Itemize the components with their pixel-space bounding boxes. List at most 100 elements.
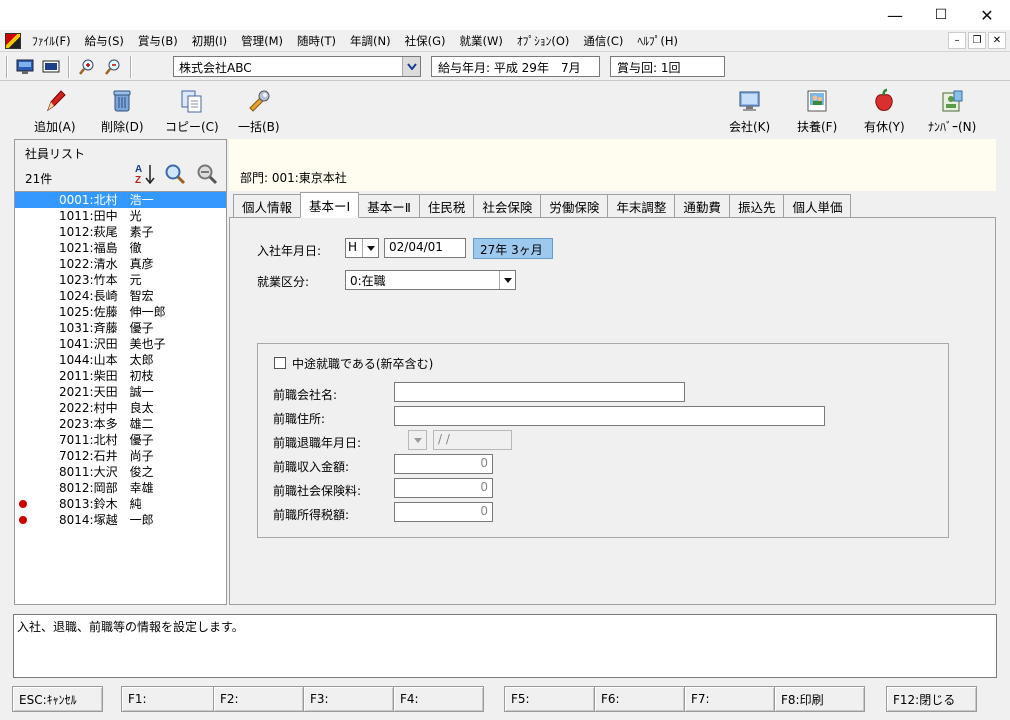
f8-print-button[interactable]: F8:印刷: [774, 686, 865, 712]
mdi-close-button[interactable]: ✕: [988, 32, 1006, 49]
number-button[interactable]: ﾅﾝﾊﾞｰ(N): [928, 88, 976, 135]
menu-social-insurance[interactable]: 社保(G): [398, 30, 453, 52]
zoom-in-icon[interactable]: [77, 57, 97, 77]
tab-resident-tax[interactable]: 住民税: [418, 194, 475, 217]
add-button[interactable]: 追加(A): [34, 88, 76, 135]
employee-row[interactable]: 8012:岡部 幸雄: [15, 480, 226, 496]
tab-basic-1[interactable]: 基本ーⅠ: [300, 192, 360, 218]
trash-icon: [113, 90, 131, 112]
maximize-button[interactable]: ☐: [918, 0, 964, 30]
tab-labor-insurance[interactable]: 労働保険: [540, 194, 609, 217]
employee-row[interactable]: 2021:天田 誠一: [15, 384, 226, 400]
f2-button[interactable]: F2:: [213, 686, 304, 712]
era-select-arrow[interactable]: [362, 239, 378, 257]
copy-button[interactable]: コピー(C): [165, 88, 219, 135]
close-button[interactable]: ✕: [964, 0, 1010, 30]
employee-row[interactable]: 2022:村中 良太: [15, 400, 226, 416]
company-button[interactable]: 会社(K): [729, 88, 770, 135]
tab-basic-2[interactable]: 基本ーⅡ: [358, 194, 420, 217]
paprika-icon: [875, 88, 893, 111]
employee-list-panel: 社員リスト 21件 AZ 0001:北村 浩一 1011:田中 光 1012:萩尾 …: [14, 139, 227, 605]
tab-bank-transfer[interactable]: 振込先: [728, 194, 785, 217]
tab-personal-info[interactable]: 個人情報: [233, 194, 302, 217]
sort-az-icon[interactable]: AZ: [133, 162, 157, 186]
bulk-button[interactable]: 一括(B): [238, 88, 280, 135]
prev-retire-era-arrow[interactable]: [409, 431, 426, 449]
employee-row[interactable]: 1012:萩尾 素子: [15, 224, 226, 240]
search-icon[interactable]: [163, 162, 187, 186]
tab-personal-rate[interactable]: 個人単価: [783, 194, 852, 217]
prev-retire-date-input[interactable]: / /: [433, 430, 512, 450]
menu-occasional[interactable]: 随時(T): [290, 30, 343, 52]
menu-initial[interactable]: 初期(I): [185, 30, 234, 52]
employee-row[interactable]: 1025:佐藤 伸一郎: [15, 304, 226, 320]
employee-row[interactable]: 2023:本多 雄二: [15, 416, 226, 432]
employee-row[interactable]: 1011:田中 光: [15, 208, 226, 224]
tab-social-insurance[interactable]: 社会保険: [473, 194, 542, 217]
prev-company-input[interactable]: [394, 382, 685, 402]
mid-career-checkbox[interactable]: [274, 357, 286, 369]
employee-row[interactable]: 7011:北村 優子: [15, 432, 226, 448]
company-select[interactable]: 株式会社ABC: [173, 56, 421, 77]
menu-year-end[interactable]: 年調(N): [343, 30, 398, 52]
prev-retire-era-select[interactable]: [408, 430, 427, 450]
employee-row-label: 8011:大沢 俊之: [59, 465, 154, 479]
status-message: 入社、退職、前職等の情報を設定します。: [13, 614, 997, 678]
employee-row[interactable]: 1041:沢田 美也子: [15, 336, 226, 352]
toolbar-separator: [130, 55, 132, 78]
employee-row[interactable]: 1023:竹本 元: [15, 272, 226, 288]
menu-options[interactable]: ｵﾌﾟｼｮﾝ(O): [510, 30, 577, 52]
employee-row[interactable]: 7012:石井 尚子: [15, 448, 226, 464]
employee-row[interactable]: 0001:北村 浩一: [15, 192, 226, 208]
employment-status-select[interactable]: 0:在職: [345, 270, 516, 290]
tab-year-end-adjustment[interactable]: 年末調整: [607, 194, 676, 217]
minimize-button[interactable]: —: [872, 0, 918, 30]
company-select-arrow[interactable]: [402, 57, 420, 76]
employee-row[interactable]: 1021:福島 徹: [15, 240, 226, 256]
employee-row[interactable]: 8011:大沢 俊之: [15, 464, 226, 480]
esc-cancel-button[interactable]: ESC:ｷｬﾝｾﾙ: [12, 686, 103, 712]
employee-row[interactable]: 1022:清水 真彦: [15, 256, 226, 272]
paid-leave-button[interactable]: 有休(Y): [864, 88, 905, 135]
prev-address-input[interactable]: [394, 406, 825, 426]
menu-file[interactable]: ﾌｧｲﾙ(F): [25, 30, 78, 52]
f4-button[interactable]: F4:: [393, 686, 484, 712]
prev-social-insurance-input[interactable]: 0: [394, 478, 493, 498]
app-logo-icon[interactable]: [5, 32, 21, 49]
employee-row[interactable]: 8013:鈴木 純: [15, 496, 226, 512]
menu-bonus[interactable]: 賞与(B): [131, 30, 185, 52]
menu-communication[interactable]: 通信(C): [576, 30, 630, 52]
f7-button[interactable]: F7:: [684, 686, 775, 712]
menu-work[interactable]: 就業(W): [453, 30, 510, 52]
employee-list-header: 社員リスト 21件 AZ: [15, 140, 226, 192]
employee-row[interactable]: 1024:長崎 智宏: [15, 288, 226, 304]
menu-salary[interactable]: 給与(S): [78, 30, 131, 52]
employee-row-label: 1011:田中 光: [59, 209, 142, 223]
f3-button[interactable]: F3:: [303, 686, 394, 712]
monitor-icon[interactable]: [15, 57, 35, 77]
f6-button[interactable]: F6:: [594, 686, 685, 712]
hire-date-input[interactable]: 02/04/01: [384, 238, 466, 258]
mdi-restore-button[interactable]: ❐: [968, 32, 986, 49]
menu-manage[interactable]: 管理(M): [234, 30, 290, 52]
dependents-button[interactable]: 扶養(F): [797, 88, 837, 135]
f12-close-button[interactable]: F12:閉じる: [886, 686, 977, 712]
employee-list-title: 社員リスト: [25, 147, 86, 161]
employee-row[interactable]: 8014:塚越 一郎: [15, 512, 226, 528]
prev-income-tax-input[interactable]: 0: [394, 502, 493, 522]
mdi-minimize-button[interactable]: –: [948, 32, 966, 49]
employee-row[interactable]: 1031:斉藤 優子: [15, 320, 226, 336]
era-select[interactable]: H: [345, 238, 379, 258]
zoom-out-icon[interactable]: [103, 57, 123, 77]
delete-button[interactable]: 削除(D): [101, 88, 144, 135]
employee-row[interactable]: 1044:山本 太郎: [15, 352, 226, 368]
employment-status-arrow[interactable]: [499, 271, 515, 289]
menu-help[interactable]: ﾍﾙﾌﾟ(H): [630, 30, 685, 52]
tab-commute-cost[interactable]: 通勤費: [674, 194, 730, 217]
advanced-search-icon[interactable]: [195, 162, 219, 186]
prev-income-input[interactable]: 0: [394, 454, 493, 474]
screen-icon[interactable]: [41, 57, 61, 77]
employee-row[interactable]: 2011:柴田 初枝: [15, 368, 226, 384]
f5-button[interactable]: F5:: [504, 686, 595, 712]
f1-button[interactable]: F1:: [121, 686, 216, 712]
